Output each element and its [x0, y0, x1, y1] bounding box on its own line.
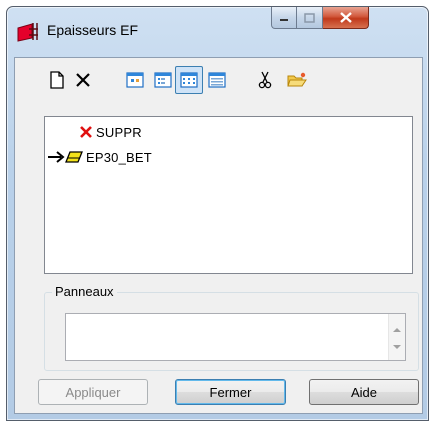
scissors-icon — [258, 71, 272, 89]
window-title: Epaisseurs EF — [47, 22, 139, 38]
close-icon — [339, 12, 352, 23]
view-small-icons-button[interactable] — [149, 66, 177, 94]
tree-item-label: SUPPR — [96, 124, 142, 140]
maximize-button[interactable] — [297, 7, 323, 29]
open-button[interactable] — [283, 66, 311, 94]
apply-button[interactable]: Appliquer — [38, 379, 148, 405]
dialog-window: Epaisseurs EF SUPPR EP30_BET Panneaux Ap… — [6, 6, 429, 421]
yellow-panel-icon — [65, 151, 83, 163]
scroll-up-icon[interactable] — [393, 328, 401, 332]
view-large-icons-icon — [126, 72, 144, 88]
new-button[interactable] — [43, 66, 71, 94]
toolbar — [15, 58, 422, 100]
panneaux-field[interactable] — [65, 313, 406, 361]
scroll-down-icon[interactable] — [393, 345, 401, 349]
view-details-button[interactable] — [203, 66, 231, 94]
tree-item-label: EP30_BET — [86, 149, 152, 165]
app-icon — [17, 23, 38, 42]
maximize-icon — [304, 12, 315, 23]
delete-button[interactable] — [69, 66, 97, 94]
new-document-icon — [50, 71, 64, 89]
cut-button[interactable] — [251, 66, 279, 94]
close-dialog-button[interactable]: Fermer — [175, 379, 286, 405]
view-list-button[interactable] — [175, 66, 203, 94]
caption-buttons — [271, 7, 369, 29]
open-folder-icon — [287, 72, 307, 87]
close-button[interactable] — [323, 7, 369, 29]
panneaux-scrollbar[interactable] — [388, 314, 405, 360]
view-list-icon — [180, 72, 198, 88]
delete-x-icon — [76, 73, 90, 87]
minimize-icon — [280, 18, 288, 21]
view-small-icons-icon — [154, 72, 172, 88]
help-button[interactable]: Aide — [309, 379, 419, 405]
tree-item-suppr[interactable]: SUPPR — [79, 123, 142, 141]
thickness-tree[interactable]: SUPPR EP30_BET — [44, 116, 413, 274]
view-large-icons-button[interactable] — [121, 66, 149, 94]
dialog-client-area: SUPPR EP30_BET Panneaux Appliquer Fermer… — [14, 57, 423, 414]
red-x-icon — [80, 126, 92, 138]
minimize-button[interactable] — [271, 7, 297, 29]
view-details-icon — [208, 72, 226, 88]
current-arrow-icon — [48, 151, 65, 163]
tree-item-ep30-bet[interactable]: EP30_BET — [65, 148, 152, 166]
panneaux-label: Panneaux — [52, 284, 117, 299]
